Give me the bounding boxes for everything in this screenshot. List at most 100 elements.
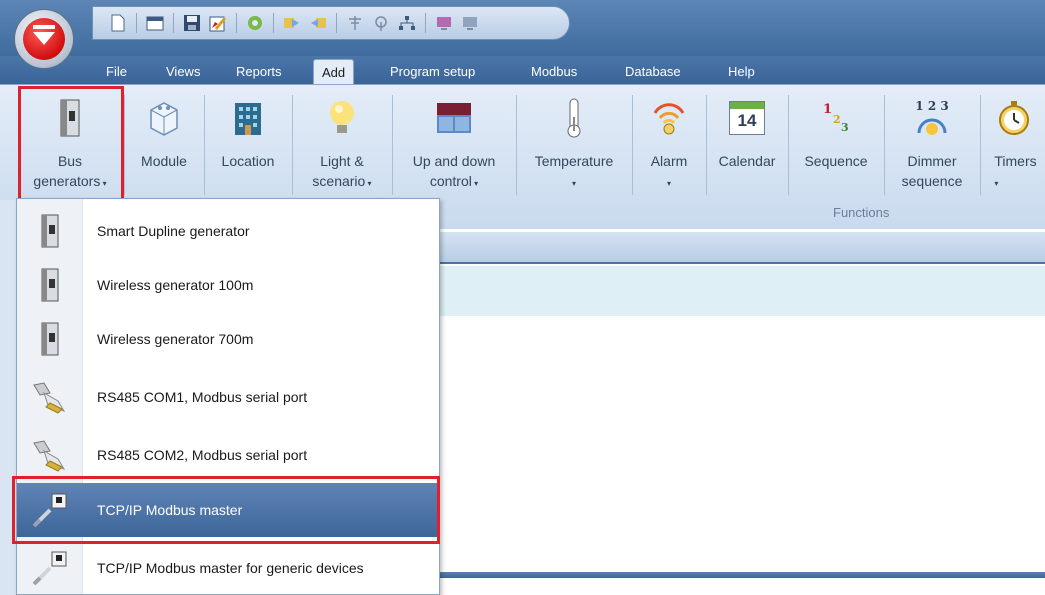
new-icon[interactable]	[107, 12, 129, 34]
menu-bar: File Views Reports Add Program setup Mod…	[0, 56, 1045, 84]
location-label: Location	[221, 153, 275, 169]
lightbulb-icon	[327, 87, 357, 149]
timers-label: Timers ▾	[994, 153, 1037, 188]
svg-text:3: 3	[841, 121, 849, 134]
light-scenario-button[interactable]: Light & scenario ▾	[294, 87, 390, 203]
sequence-icon: 123	[819, 87, 853, 149]
dropdown-item-label: TCP/IP Modbus master for generic devices	[97, 560, 364, 576]
ribbon-separator	[884, 95, 885, 195]
module-label: Module	[141, 153, 187, 169]
app-logo-button[interactable]	[14, 9, 74, 69]
dropdown-item-tcpip-generic[interactable]: TCP/IP Modbus master for generic devices	[17, 541, 439, 595]
toolbar-separator	[173, 13, 174, 33]
settings-icon[interactable]	[244, 12, 266, 34]
ribbon-separator	[788, 95, 789, 195]
dropdown-item-wireless-700m[interactable]: Wireless generator 700m	[17, 312, 439, 366]
dropdown-item-label: Wireless generator 700m	[97, 331, 254, 347]
open-icon[interactable]	[144, 12, 166, 34]
workspace-bottom-bar	[438, 572, 1045, 578]
workspace-info-bar	[438, 266, 1045, 316]
dropdown-item-wireless-100m[interactable]: Wireless generator 100m	[17, 258, 439, 312]
up-down-control-label: Up and down control ▾	[412, 153, 496, 189]
temperature-button[interactable]: Temperature ▾	[518, 87, 630, 203]
module-icon	[147, 87, 181, 149]
calendar-day: 14	[737, 111, 757, 130]
dropdown-item-label: RS485 COM1, Modbus serial port	[97, 389, 308, 405]
module-button[interactable]: Module	[126, 87, 202, 203]
dropdown-item-rs485-com1[interactable]: RS485 COM1, Modbus serial port	[17, 370, 439, 424]
calendar-header	[730, 102, 764, 109]
screen-icon[interactable]	[459, 12, 481, 34]
import-icon[interactable]	[281, 12, 303, 34]
serial-port-icon	[17, 437, 83, 473]
tab-modbus[interactable]: Modbus	[523, 59, 585, 84]
alarm-icon	[651, 87, 687, 149]
ribbon-separator	[124, 95, 125, 195]
antenna-icon[interactable]	[344, 12, 366, 34]
wireless-icon[interactable]	[370, 12, 392, 34]
monitor-icon[interactable]	[433, 12, 455, 34]
functions-group-label: Functions	[833, 205, 890, 220]
ribbon-separator	[632, 95, 633, 195]
up-down-control-button[interactable]: Up and down control ▾	[394, 87, 514, 203]
light-scenario-label: Light & scenario ▾	[312, 153, 372, 189]
timer-icon	[997, 87, 1031, 149]
save-icon[interactable]	[181, 12, 203, 34]
chevron-down-icon: ▾	[666, 179, 671, 188]
blind-icon	[435, 87, 473, 149]
tab-file[interactable]: File	[98, 59, 135, 84]
export-icon[interactable]	[307, 12, 329, 34]
dimmer-sequence-icon: 1 2 3	[915, 87, 949, 149]
dropdown-item-rs485-com2[interactable]: RS485 COM2, Modbus serial port	[17, 428, 439, 482]
location-button[interactable]: Location	[206, 87, 290, 203]
network-icon[interactable]	[396, 12, 418, 34]
serial-port-icon	[17, 379, 83, 415]
temperature-label: Temperature ▾	[534, 153, 614, 188]
svg-text:1: 1	[823, 102, 832, 117]
dimmer-sequence-button[interactable]: 1 2 3 Dimmer sequence	[886, 87, 978, 203]
logo-bar	[33, 25, 55, 29]
calendar-button[interactable]: 14 Calendar	[708, 87, 786, 203]
dropdown-item-smart-dupline[interactable]: Smart Dupline generator	[17, 204, 439, 258]
sequence-label: Sequence	[804, 153, 868, 169]
workspace-header-bar	[438, 232, 1045, 264]
calendar-label: Calendar	[718, 153, 776, 169]
timers-button[interactable]: Timers ▾	[982, 87, 1045, 203]
tab-views[interactable]: Views	[158, 59, 208, 84]
building-icon	[231, 87, 265, 149]
tab-help[interactable]: Help	[720, 59, 763, 84]
bus-generator-icon	[17, 268, 83, 302]
tab-database[interactable]: Database	[617, 59, 689, 84]
ribbon-separator	[980, 95, 981, 195]
tab-add[interactable]: Add	[313, 59, 355, 84]
bus-generator-icon	[17, 322, 83, 356]
chevron-down-icon: ▾	[365, 179, 372, 188]
ribbon-separator	[204, 95, 205, 195]
dropdown-item-label: RS485 COM2, Modbus serial port	[97, 447, 308, 463]
quick-access-toolbar	[92, 6, 570, 40]
dimmer-sequence-digits: 1 2 3	[915, 99, 949, 113]
ribbon-separator	[392, 95, 393, 195]
ribbon-separator	[706, 95, 707, 195]
ethernet-icon	[17, 550, 83, 586]
alarm-button[interactable]: Alarm ▾	[634, 87, 704, 203]
tab-reports[interactable]: Reports	[228, 59, 290, 84]
dropdown-item-label: Smart Dupline generator	[97, 223, 250, 239]
chevron-down-icon: ▾	[471, 179, 479, 188]
sequence-button[interactable]: 123 Sequence	[790, 87, 882, 203]
alarm-label: Alarm ▾	[650, 153, 688, 188]
tcpip-modbus-master-highlight	[12, 476, 440, 544]
ribbon-separator	[516, 95, 517, 195]
dimmer-sequence-label: Dimmer sequence	[901, 153, 963, 189]
thermometer-icon	[564, 87, 584, 149]
tab-program-setup[interactable]: Program setup	[382, 59, 483, 84]
toolbar-separator	[336, 13, 337, 33]
chevron-down-icon: ▾	[994, 179, 999, 188]
logo-triangle	[33, 32, 55, 45]
chevron-down-icon: ▾	[571, 179, 576, 188]
edit-icon[interactable]	[207, 12, 229, 34]
toolbar-separator	[425, 13, 426, 33]
dropdown-item-label: Wireless generator 100m	[97, 277, 254, 293]
bus-generators-highlight	[18, 86, 124, 202]
toolbar-separator	[136, 13, 137, 33]
